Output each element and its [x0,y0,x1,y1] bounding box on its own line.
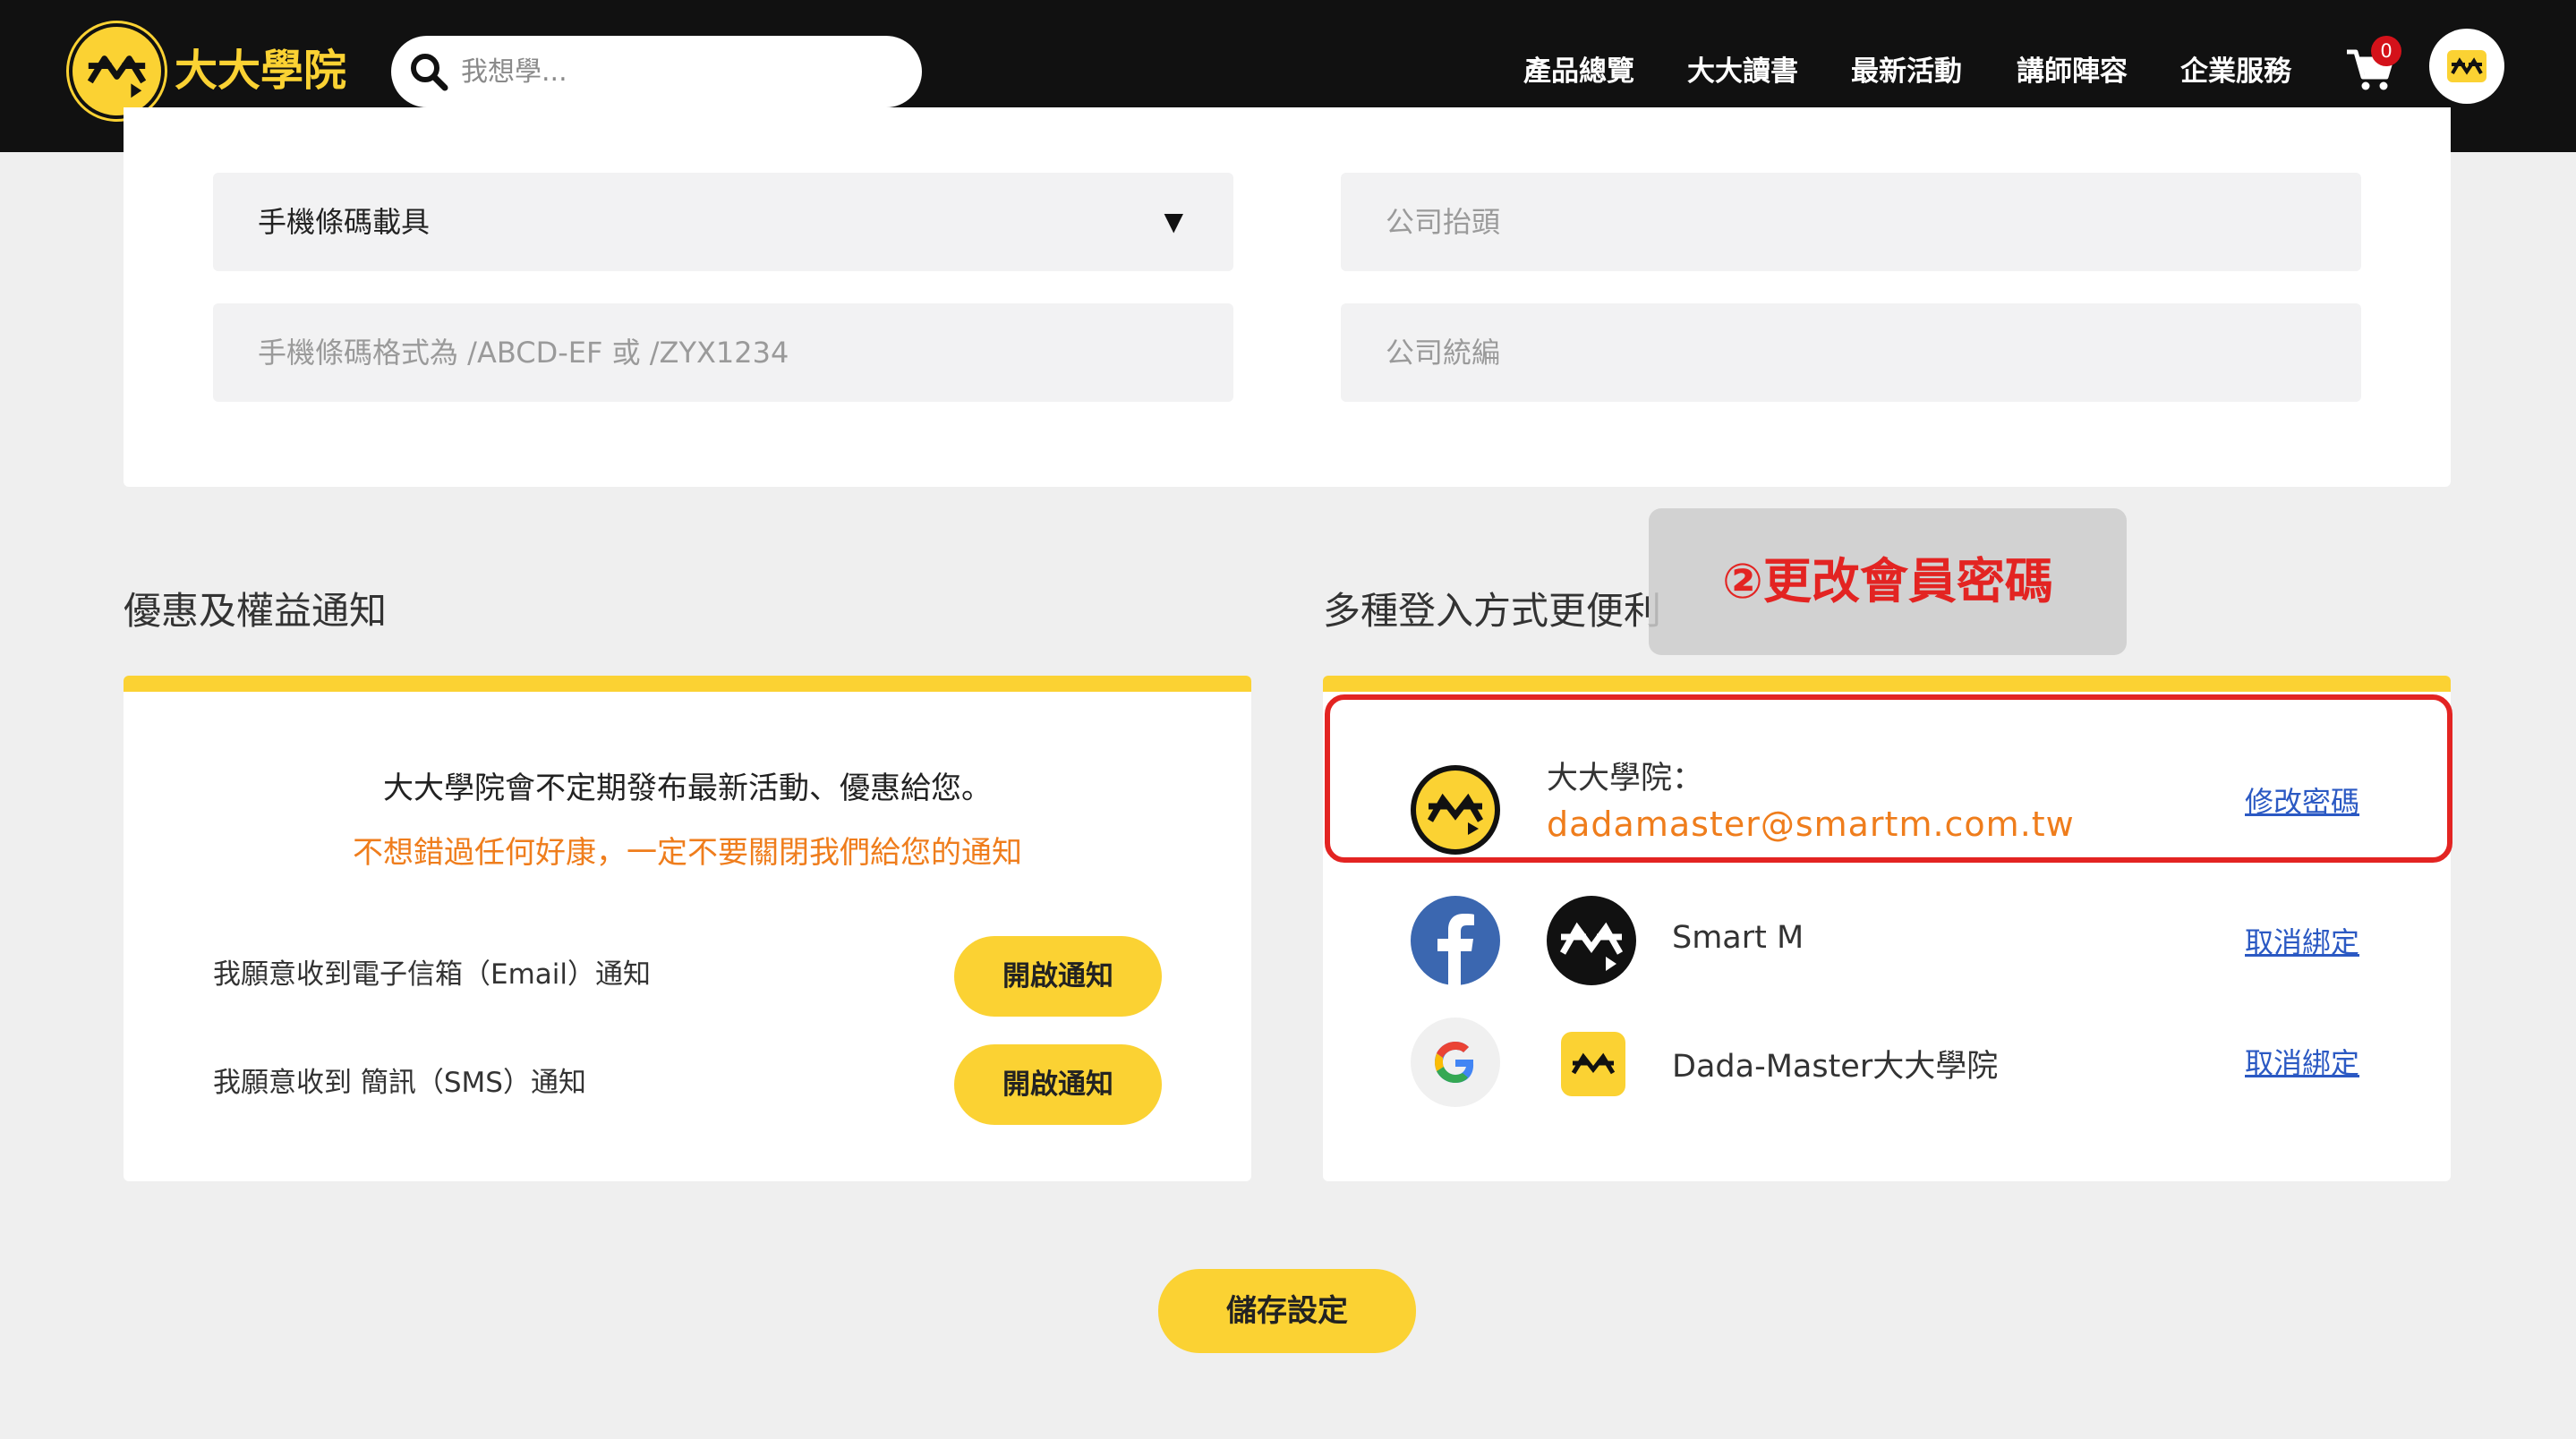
smartm-logo-icon [1547,896,1636,985]
enable-email-button[interactable]: 開啟通知 [954,936,1162,1017]
carrier-type-value: 手機條碼載具 [258,205,431,239]
mobile-barcode-placeholder: 手機條碼格式為 /ABCD-EF 或 /ZYX1234 [258,336,789,370]
notify-reminder: 不想錯過任何好康，一定不要關閉我們給您的通知 [353,835,1022,871]
cart-count-badge: 0 [2371,36,2401,66]
nav-reading[interactable]: 大大讀書 [1687,45,1798,98]
company-id-placeholder: 公司統編 [1386,336,1501,370]
facebook-icon [1411,896,1500,985]
nav-enterprise[interactable]: 企業服務 [2180,45,2291,98]
dada-master-app-icon [1561,1032,1625,1096]
google-icon [1411,1018,1500,1107]
company-title-field[interactable]: 公司抬頭 [1341,173,2361,271]
dada-master-account-name: Dada-Master大大學院 [1672,1049,1999,1085]
notify-description: 大大學院會不定期發布最新活動、優惠給您。 [383,771,992,806]
dropdown-arrow-icon: ▼ [1164,207,1183,236]
change-password-annotation: ②更改會員密碼 [1649,508,2127,655]
company-id-field[interactable]: 公司統編 [1341,303,2361,402]
nav-products[interactable]: 產品總覽 [1523,45,1634,98]
invoice-settings-card: 手機條碼載具 ▼ 手機條碼格式為 /ABCD-EF 或 /ZYX1234 公司抬… [124,107,2451,487]
search-input[interactable] [461,47,900,97]
brand-name[interactable]: 大大學院 [175,39,346,102]
search-icon[interactable] [407,50,450,93]
change-password-highlight [1325,694,2452,863]
company-title-placeholder: 公司抬頭 [1386,205,1501,239]
unbind-facebook-link[interactable]: 取消綁定 [2245,920,2359,961]
smartm-account-name: Smart M [1672,920,1804,956]
nav-instructors[interactable]: 講師陣容 [2017,45,2128,98]
nav-events[interactable]: 最新活動 [1851,45,1962,98]
carrier-type-select[interactable]: 手機條碼載具 ▼ [213,173,1233,271]
notifications-card: 大大學院會不定期發布最新活動、優惠給您。 不想錯過任何好康，一定不要關閉我們給您… [124,676,1251,1181]
login-methods-title: 多種登入方式更便利 [1323,589,1662,633]
save-settings-button[interactable]: 儲存設定 [1158,1269,1416,1353]
mobile-barcode-field[interactable]: 手機條碼格式為 /ABCD-EF 或 /ZYX1234 [213,303,1233,402]
brand-logo-icon[interactable] [69,23,165,119]
user-avatar-icon[interactable] [2429,29,2504,104]
notifications-title: 優惠及權益通知 [124,589,388,633]
search-box [391,36,922,107]
email-pref-label: 我願意收到電子信箱（Email）通知 [213,958,652,991]
enable-sms-button[interactable]: 開啟通知 [954,1044,1162,1125]
unbind-google-link[interactable]: 取消綁定 [2245,1041,2359,1082]
sms-pref-label: 我願意收到 簡訊（SMS）通知 [213,1067,586,1099]
